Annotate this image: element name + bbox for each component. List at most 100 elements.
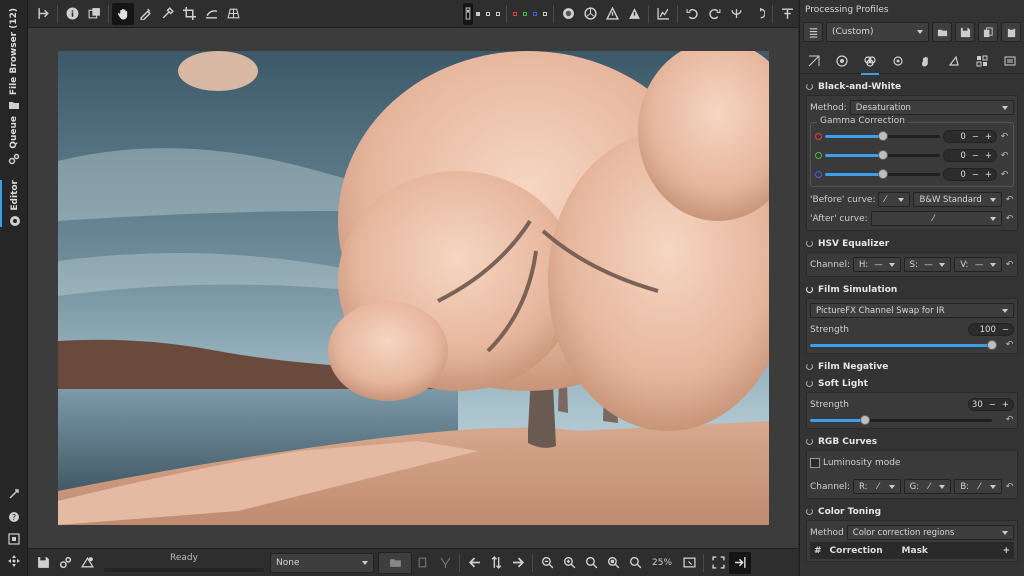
preview-red-icon[interactable] [513, 11, 517, 16]
fullscreen-expand-icon[interactable] [707, 552, 729, 574]
tab-metadata-icon[interactable] [1001, 52, 1019, 70]
hsv-h-curve[interactable]: H: — [852, 257, 901, 272]
tab-exposure-icon[interactable] [833, 52, 851, 70]
film-strength-slider[interactable] [810, 339, 997, 350]
hsv-v-curve[interactable]: V: — [954, 257, 1002, 272]
reset-icon[interactable]: ↶ [1000, 132, 1009, 142]
preview-luminosity-icon[interactable] [543, 11, 547, 16]
tab-detail-icon[interactable] [889, 52, 907, 70]
sync-icon[interactable] [485, 552, 507, 574]
next-image-icon[interactable] [507, 552, 529, 574]
previous-image-icon[interactable] [463, 552, 485, 574]
power-icon[interactable] [806, 508, 813, 515]
toning-method-select[interactable]: Color correction regions [846, 525, 1014, 540]
bw-header[interactable]: Black-and-White [800, 78, 1024, 95]
flip-vertical-icon[interactable] [747, 3, 769, 25]
reset-icon[interactable]: ↶ [1005, 214, 1014, 224]
reset-icon[interactable]: ↶ [1005, 340, 1014, 350]
tab-favorites-icon[interactable] [805, 52, 823, 70]
preview-blue-icon[interactable] [533, 11, 537, 16]
navigation-toggle-icon[interactable] [378, 551, 412, 574]
add-region-button[interactable]: + [1002, 546, 1010, 556]
zoom-out-icon[interactable] [536, 552, 558, 574]
tab-color-icon[interactable] [861, 52, 879, 75]
filter-icon[interactable] [434, 552, 456, 574]
rgb-b-curve[interactable]: B: ⁄ [954, 479, 1002, 494]
luminosity-checkbox[interactable] [810, 457, 820, 468]
paste-profile-icon[interactable] [1001, 22, 1021, 42]
rotate-left-icon[interactable] [681, 3, 703, 25]
zoom-fit-icon[interactable] [602, 552, 624, 574]
reset-icon[interactable]: ↶ [1005, 415, 1014, 425]
power-icon[interactable] [806, 240, 813, 247]
shadows-mask-icon[interactable] [579, 3, 601, 25]
power-icon[interactable] [806, 83, 813, 90]
put-to-queue-icon[interactable] [54, 552, 76, 574]
color-picker-icon[interactable] [156, 3, 178, 25]
preview-mode-icon[interactable] [463, 2, 473, 25]
toning-header[interactable]: Color Toning [800, 503, 1024, 520]
gamma-red-slider[interactable] [825, 131, 940, 141]
save-profile-icon[interactable] [955, 22, 975, 42]
crop-icon[interactable] [178, 3, 200, 25]
zoom-100-icon[interactable] [580, 552, 602, 574]
tab-raw-icon[interactable] [973, 52, 991, 70]
gamma-blue-spin[interactable]: 0− + [943, 168, 997, 181]
clipped-shadows-warning-icon[interactable] [601, 3, 623, 25]
power-icon[interactable] [806, 363, 813, 370]
profile-select[interactable]: (Custom) [826, 22, 929, 42]
gamma-blue-slider[interactable] [825, 169, 940, 179]
flip-horizontal-icon[interactable] [725, 3, 747, 25]
before-after-icon[interactable] [83, 3, 105, 25]
zoom-in-icon[interactable] [558, 552, 580, 574]
gamma-green-spin[interactable]: 0− + [943, 149, 997, 162]
film-negative-header[interactable]: Film Negative [800, 358, 1024, 375]
power-icon[interactable] [806, 286, 813, 293]
profile-list-icon[interactable] [803, 22, 823, 42]
zoom-fit-crop-icon[interactable] [624, 552, 646, 574]
hsv-s-curve[interactable]: S: — [903, 257, 952, 272]
copy-profile-icon[interactable] [978, 22, 998, 42]
power-icon[interactable] [806, 438, 813, 445]
reset-icon[interactable]: ↶ [1005, 482, 1014, 492]
preview-green-icon[interactable] [523, 11, 527, 16]
preview-rgb-icon[interactable] [476, 11, 480, 16]
preset-select[interactable]: None [270, 552, 374, 573]
rgb-header[interactable]: RGB Curves [800, 433, 1024, 450]
open-profile-icon[interactable] [932, 22, 952, 42]
focus-mask-icon[interactable] [557, 3, 579, 25]
after-curve-edit[interactable]: ⁄ [870, 211, 1002, 226]
reset-icon[interactable]: ↶ [1000, 170, 1009, 180]
preview-image[interactable] [58, 51, 769, 525]
soft-light-header[interactable]: Soft Light [800, 375, 1024, 392]
image-preview-area[interactable] [28, 28, 798, 548]
info-icon[interactable] [61, 3, 83, 25]
rgb-g-curve[interactable]: G: ⁄ [903, 479, 952, 494]
rotate-right-icon[interactable] [703, 3, 725, 25]
help-icon[interactable]: ? [8, 511, 20, 523]
hand-tool-icon[interactable] [112, 2, 134, 25]
tab-queue[interactable]: Queue [0, 116, 28, 165]
new-detail-window-icon[interactable] [8, 488, 20, 500]
send-to-editor-icon[interactable] [76, 552, 98, 574]
hide-right-panel-icon[interactable] [776, 3, 798, 25]
gamma-green-slider[interactable] [825, 150, 940, 160]
before-curve-mode-select[interactable]: B&W Standard [913, 192, 1002, 207]
tab-local-icon[interactable] [917, 52, 935, 70]
straighten-icon[interactable] [200, 3, 222, 25]
hsv-header[interactable]: HSV Equalizer [800, 235, 1024, 252]
save-icon[interactable] [32, 552, 54, 574]
copy-icon[interactable] [412, 552, 434, 574]
before-curve-edit[interactable]: ⁄ [878, 192, 911, 207]
gamma-red-spin[interactable]: 0− + [943, 130, 997, 143]
film-strength-spin[interactable]: 100− [968, 323, 1014, 336]
tab-transform-icon[interactable] [945, 52, 963, 70]
new-window-icon[interactable] [678, 552, 700, 574]
soft-strength-spin[interactable]: 30− + [968, 398, 1014, 411]
hide-history-icon[interactable] [32, 3, 54, 25]
white-balance-picker-icon[interactable] [134, 3, 156, 25]
tab-file-browser[interactable]: File Browser (12) [0, 8, 28, 111]
reset-icon[interactable]: ↶ [1005, 260, 1014, 270]
move-icon[interactable] [8, 555, 20, 567]
preview-white-icon[interactable] [486, 11, 490, 16]
